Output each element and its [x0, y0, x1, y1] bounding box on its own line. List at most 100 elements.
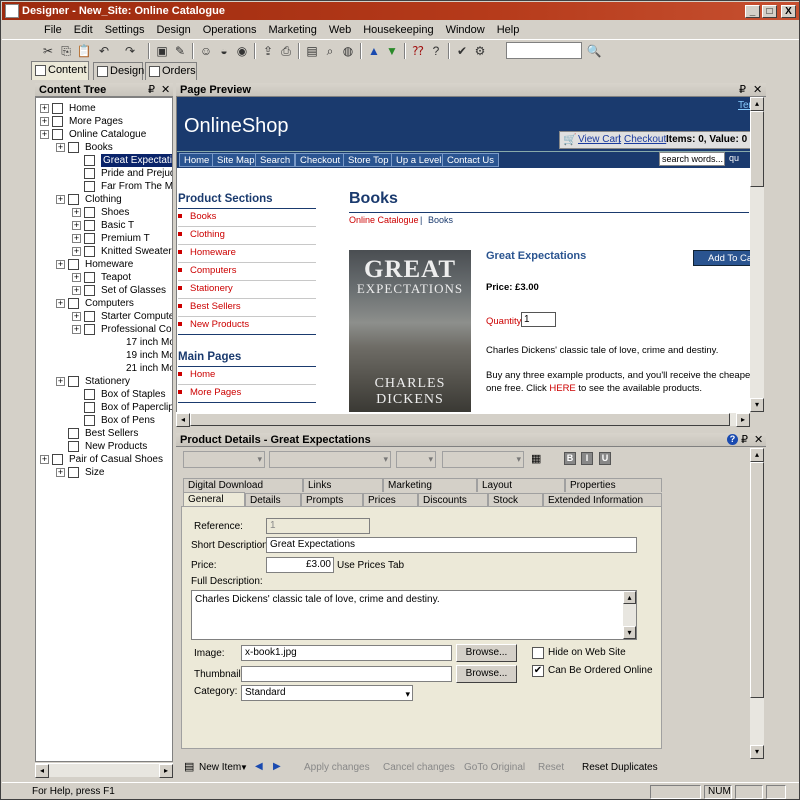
tab-discounts[interactable]: Discounts	[418, 493, 488, 507]
checkout-link[interactable]: Checkout	[624, 132, 666, 148]
tree-node[interactable]: + Clothing	[36, 193, 172, 206]
scroll-left-icon[interactable]: ◂	[35, 764, 49, 778]
can-be-ordered-checkbox[interactable]: ✔	[532, 665, 544, 677]
tree-node[interactable]: Box of Paperclips	[36, 401, 172, 414]
maximize-button[interactable]: □	[762, 5, 777, 18]
scroll-left-icon[interactable]: ◂	[176, 413, 190, 427]
print-icon[interactable]: ⎙	[278, 43, 294, 59]
tree-node[interactable]: 19 inch Monitor	[36, 349, 172, 362]
table-icon[interactable]: ▦	[531, 452, 541, 465]
section-link-books[interactable]: Books	[178, 211, 216, 223]
tree-node[interactable]: + More Pages	[36, 115, 172, 128]
close-button[interactable]: X	[781, 5, 796, 18]
reset-button[interactable]: Reset	[538, 762, 564, 773]
pin-icon[interactable]: ₽	[148, 83, 155, 97]
section-link-homeware[interactable]: Homeware	[178, 247, 236, 259]
help-icon[interactable]: ?	[727, 434, 738, 445]
nav-site-map[interactable]: Site Map	[212, 153, 260, 167]
scroll-thumb[interactable]	[190, 413, 730, 426]
tree-node[interactable]: + Starter Computer	[36, 310, 172, 323]
tree-horizontal-scrollbar[interactable]: ◂ ▸	[35, 763, 173, 778]
expand-icon[interactable]: +	[40, 117, 49, 126]
underline-button[interactable]: U	[599, 452, 611, 465]
redo-icon[interactable]: ↷	[122, 43, 138, 59]
tree-node[interactable]: + Books	[36, 141, 172, 154]
tree-node[interactable]: + Professional Com	[36, 323, 172, 336]
nav-store-top[interactable]: Store Top	[343, 153, 394, 167]
tree-node[interactable]: + Homeware	[36, 258, 172, 271]
search-page-icon[interactable]: ⌕	[322, 43, 338, 59]
thumbnail-field[interactable]	[241, 666, 452, 682]
nav-search[interactable]: Search	[255, 153, 296, 167]
scroll-down-icon[interactable]: ▾	[623, 626, 636, 639]
new-item-button[interactable]: New Item	[199, 762, 241, 773]
tree-node[interactable]: + Pair of Casual Shoes	[36, 453, 172, 466]
font-select[interactable]	[183, 451, 265, 468]
next-item-icon[interactable]: ▶	[273, 761, 281, 772]
tree-node[interactable]: + Shoes	[36, 206, 172, 219]
scroll-up-icon[interactable]: ▴	[750, 448, 764, 462]
scroll-up-icon[interactable]: ▴	[623, 591, 636, 604]
help-icon[interactable]: ⁇	[410, 43, 426, 59]
quantity-input[interactable]: 1	[521, 312, 556, 327]
menu-settings[interactable]: Settings	[99, 21, 151, 37]
move-down-icon[interactable]: ▼	[384, 43, 400, 59]
full-description-field[interactable]: Charles Dickens' classic tale of love, c…	[191, 590, 637, 640]
menu-file[interactable]: File	[2, 21, 68, 37]
section-link-computers[interactable]: Computers	[178, 265, 236, 277]
settings-icon[interactable]: ⚙	[472, 43, 488, 59]
expand-icon[interactable]: +	[56, 143, 65, 152]
cut-icon[interactable]: ✂	[40, 43, 56, 59]
italic-button[interactable]: I	[581, 452, 593, 465]
section-link-best-sellers[interactable]: Best Sellers	[178, 301, 241, 313]
pin-icon[interactable]: ₽	[741, 433, 748, 447]
users-icon[interactable]: ☺	[198, 43, 214, 59]
description-scrollbar[interactable]: ▴ ▾	[623, 591, 636, 639]
expand-icon[interactable]: +	[72, 286, 81, 295]
move-up-icon[interactable]: ▲	[366, 43, 382, 59]
expand-icon[interactable]: +	[72, 208, 81, 217]
tab-content[interactable]: Content	[31, 61, 89, 80]
tree-node[interactable]: Pride and Prejudi	[36, 167, 172, 180]
tree-node[interactable]: Box of Pens	[36, 414, 172, 427]
undo-icon[interactable]: ↶	[96, 43, 112, 59]
tree-node[interactable]: + Premium T	[36, 232, 172, 245]
scroll-down-icon[interactable]: ▾	[750, 398, 764, 412]
tab-prices[interactable]: Prices	[363, 493, 418, 507]
details-vertical-scrollbar[interactable]: ▴ ▾	[750, 448, 764, 759]
tab-digital-download[interactable]: Digital Download	[183, 478, 303, 492]
menu-housekeeping[interactable]: Housekeeping	[357, 21, 439, 37]
tree-node[interactable]: Far From The Ma	[36, 180, 172, 193]
shop-search-button[interactable]: qu	[729, 153, 739, 163]
view-cart-link[interactable]: View Cart	[578, 132, 621, 148]
expand-icon[interactable]: +	[40, 104, 49, 113]
find-icon[interactable]: 🔍	[586, 43, 602, 59]
hide-on-web-checkbox[interactable]	[532, 647, 544, 659]
tree-node[interactable]: Great Expectatio	[36, 154, 172, 167]
nav-up-a-level[interactable]: Up a Level	[391, 153, 447, 167]
product-title[interactable]: Great Expectations	[486, 250, 586, 262]
publish-icon[interactable]: ⇪	[260, 43, 276, 59]
tab-extended-information[interactable]: Extended Information	[543, 493, 662, 507]
menu-marketing[interactable]: Marketing	[263, 21, 323, 37]
expand-icon[interactable]: +	[40, 455, 49, 464]
reset-duplicates-button[interactable]: Reset Duplicates	[582, 762, 658, 773]
tree-node[interactable]: + Stationery	[36, 375, 172, 388]
context-help-icon[interactable]: ?	[428, 43, 444, 59]
expand-icon[interactable]: +	[56, 195, 65, 204]
nav-checkout[interactable]: Checkout	[295, 153, 346, 167]
color-select[interactable]	[442, 451, 524, 468]
tree-node[interactable]: + Computers	[36, 297, 172, 310]
scroll-down-icon[interactable]: ▾	[750, 745, 764, 759]
expand-icon[interactable]: +	[72, 234, 81, 243]
chevron-down-icon[interactable]: ▼	[240, 763, 248, 772]
paste-icon[interactable]: 📋	[76, 43, 92, 59]
tab-design[interactable]: Design	[93, 62, 144, 80]
scroll-up-icon[interactable]: ▴	[750, 97, 764, 111]
size-select[interactable]	[396, 451, 436, 468]
tree-node[interactable]: + Size	[36, 466, 172, 479]
browse-image-button[interactable]: Browse...	[456, 644, 517, 662]
brush-icon[interactable]: ✎	[172, 43, 188, 59]
tree-node[interactable]: + Online Catalogue	[36, 128, 172, 141]
tree-node[interactable]: Best Sellers	[36, 427, 172, 440]
